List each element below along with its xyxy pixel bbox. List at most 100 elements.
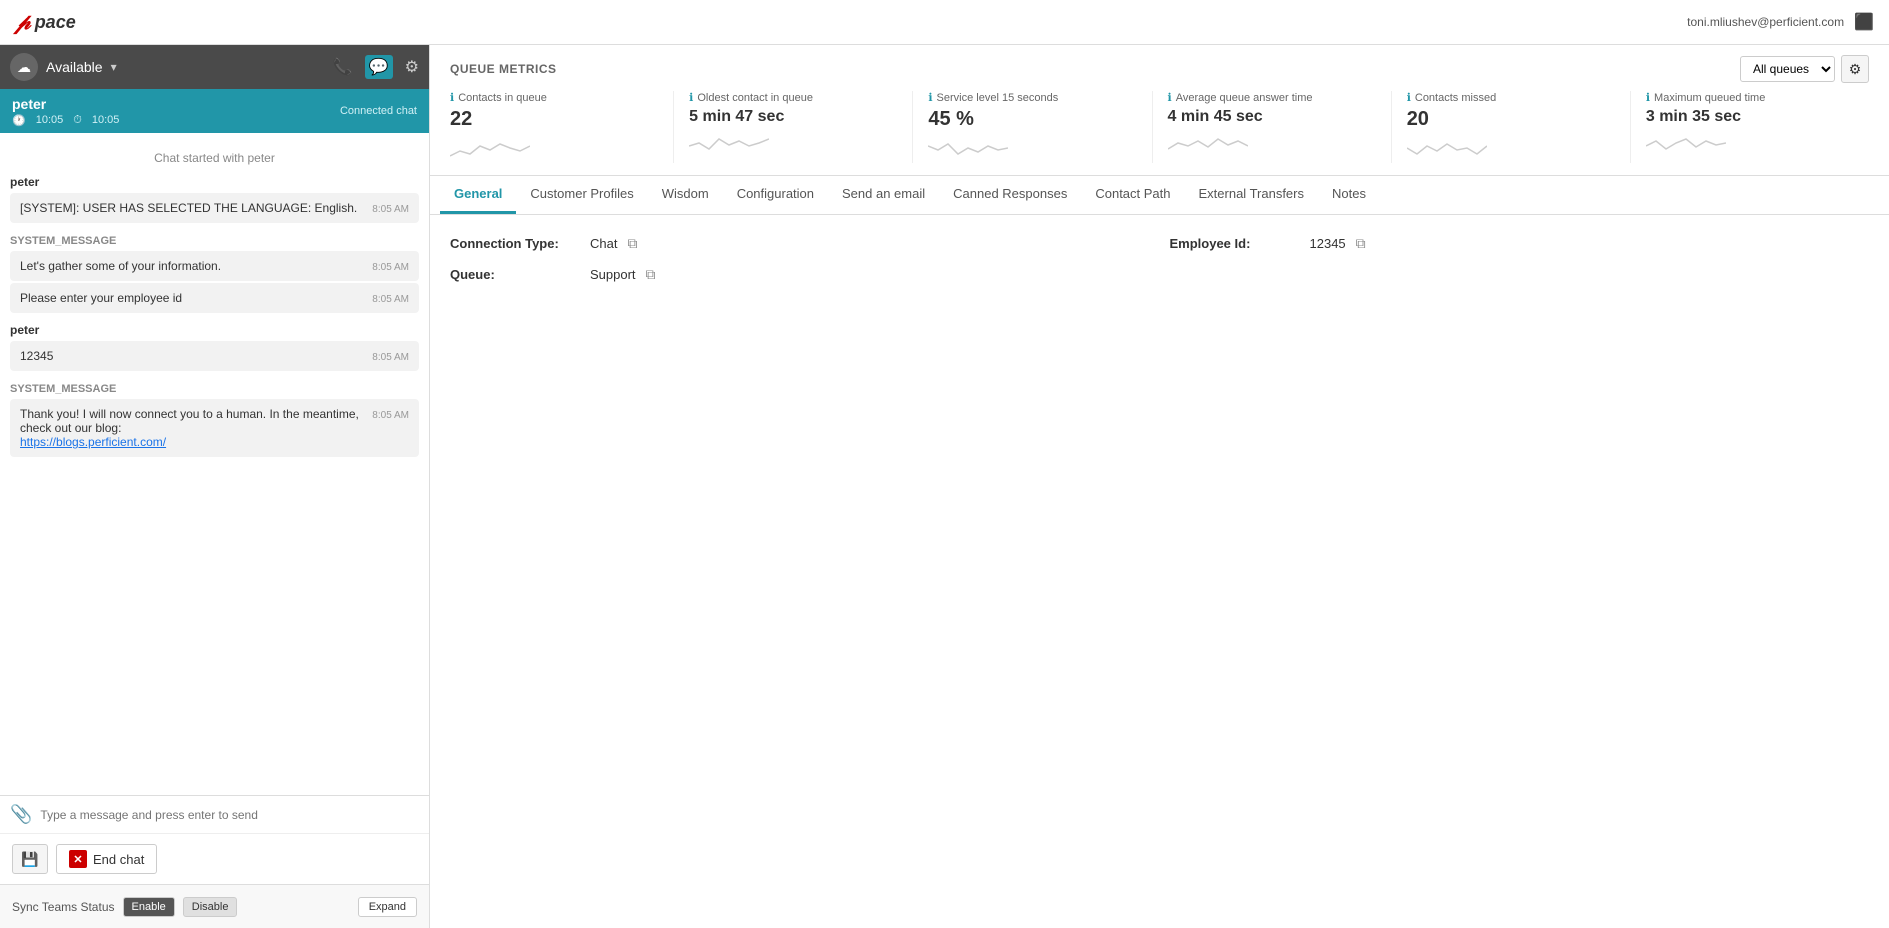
chat-icon[interactable]: 💬 [365, 55, 393, 79]
status-cloud-icon: ☁ [10, 53, 38, 81]
employee-id-value: 12345 [1310, 236, 1346, 251]
metric-chart-2 [689, 131, 769, 156]
status-bar: ☁ Available ▾ 📞 💬 ⚙ [0, 45, 429, 89]
left-panel: ☁ Available ▾ 📞 💬 ⚙ peter 🕐 10:05 ⏱ 10:0… [0, 45, 430, 928]
logout-icon[interactable]: ⬛ [1854, 12, 1874, 32]
info-grid: Connection Type: Chat ⧉ Employee Id: 123… [450, 235, 1869, 283]
metric-chart-5 [1407, 136, 1487, 161]
copy-employee-id-icon[interactable]: ⧉ [1356, 235, 1366, 252]
metric-chart-6 [1646, 131, 1726, 156]
metric-service-level: ℹ Service level 15 seconds 45 % [913, 91, 1152, 163]
metric-chart-4 [1168, 131, 1248, 156]
metric-info-icon-5: ℹ [1407, 91, 1411, 104]
chat-contact-name: peter [12, 96, 119, 112]
metric-avg-answer-time: ℹ Average queue answer time 4 min 45 sec [1153, 91, 1392, 163]
sender-peter-2: peter [10, 323, 419, 337]
metric-chart-1 [450, 136, 530, 161]
sync-label: Sync Teams Status [12, 900, 115, 914]
chat-started-label: Chat started with peter [10, 151, 419, 165]
system-text-1: Let's gather some of your information. [20, 259, 372, 273]
end-chat-x-icon: ✕ [69, 850, 87, 868]
system-time-3: 8:05 AM [372, 410, 409, 421]
message-text-2: 12345 [20, 349, 372, 363]
disable-button[interactable]: Disable [183, 897, 238, 917]
metrics-settings-button[interactable]: ⚙ [1841, 55, 1869, 83]
action-buttons: 💾 ✕ End chat [0, 833, 429, 884]
status-right: 📞 💬 ⚙ [333, 55, 419, 79]
tab-general[interactable]: General [440, 176, 516, 214]
chat-input[interactable] [40, 808, 419, 822]
metric-value-5: 20 [1407, 108, 1615, 131]
metric-label-2: Oldest contact in queue [697, 92, 813, 104]
metric-info-icon-2: ℹ [689, 91, 693, 104]
metric-contacts-in-queue: ℹ Contacts in queue 22 [450, 91, 674, 163]
system-label-2: SYSTEM_MESSAGE [10, 383, 419, 395]
metric-chart-3 [928, 136, 1008, 161]
right-panel: QUEUE METRICS All queues ⚙ ℹ Contacts in… [430, 45, 1889, 928]
tab-send-email[interactable]: Send an email [828, 176, 939, 214]
metric-info-icon-1: ℹ [450, 91, 454, 104]
connection-type-value: Chat [590, 236, 617, 251]
message-time-1: 8:05 AM [372, 204, 409, 215]
chat-tab[interactable]: peter 🕐 10:05 ⏱ 10:05 Connected chat [0, 89, 429, 133]
message-time-2: 8:05 AM [372, 352, 409, 363]
metric-info-icon-4: ℹ [1168, 91, 1172, 104]
end-chat-label: End chat [93, 852, 144, 867]
tab-external-transfers[interactable]: External Transfers [1185, 176, 1319, 214]
queue-value: Support [590, 267, 636, 282]
content-area: Connection Type: Chat ⧉ Employee Id: 123… [430, 215, 1889, 928]
system-message-3: Thank you! I will now connect you to a h… [10, 399, 419, 457]
message-text-1: [SYSTEM]: USER HAS SELECTED THE LANGUAGE… [20, 201, 372, 215]
metric-value-3: 45 % [928, 108, 1136, 131]
metric-info-icon-3: ℹ [928, 91, 932, 104]
metric-value-4: 4 min 45 sec [1168, 108, 1376, 126]
metric-label-4: Average queue answer time [1176, 92, 1313, 104]
chat-clock-icon: 🕐 [12, 114, 26, 127]
chat-timer-icon: ⏱ [73, 114, 82, 127]
connection-type-cell: Connection Type: Chat ⧉ [450, 235, 1150, 252]
main-layout: ☁ Available ▾ 📞 💬 ⚙ peter 🕐 10:05 ⏱ 10:0… [0, 45, 1889, 928]
copy-connection-type-icon[interactable]: ⧉ [627, 235, 637, 252]
metrics-grid: ℹ Contacts in queue 22 ℹ Oldest contact … [430, 83, 1889, 175]
chat-time-start: 10:05 [36, 114, 64, 127]
logo-icon: 𝓅 [15, 9, 31, 35]
system-message-2: Please enter your employee id 8:05 AM [10, 283, 419, 313]
status-label: Available [46, 59, 103, 75]
copy-queue-icon[interactable]: ⧉ [646, 266, 656, 283]
system-time-1: 8:05 AM [372, 262, 409, 273]
metric-label-1: Contacts in queue [458, 92, 547, 104]
expand-button[interactable]: Expand [358, 897, 417, 917]
message-1: [SYSTEM]: USER HAS SELECTED THE LANGUAGE… [10, 193, 419, 223]
tab-notes[interactable]: Notes [1318, 176, 1380, 214]
all-queues-select[interactable]: All queues [1740, 56, 1835, 82]
queue-cell: Queue: Support ⧉ [450, 266, 1150, 283]
chevron-down-icon[interactable]: ▾ [111, 60, 117, 74]
enable-button[interactable]: Enable [123, 897, 175, 917]
metric-label-3: Service level 15 seconds [937, 92, 1059, 104]
gear-icon[interactable]: ⚙ [405, 57, 419, 77]
system-label-1: SYSTEM_MESSAGE [10, 235, 419, 247]
blog-link[interactable]: https://blogs.perficient.com/ [20, 435, 166, 449]
status-left: ☁ Available ▾ [10, 53, 117, 81]
attach-icon[interactable]: 📎 [10, 804, 32, 825]
metric-max-queued-time: ℹ Maximum queued time 3 min 35 sec [1631, 91, 1869, 163]
metric-info-icon-6: ℹ [1646, 91, 1650, 104]
bottom-left: Sync Teams Status Enable Disable [12, 897, 237, 917]
system-text-3: Thank you! I will now connect you to a h… [20, 407, 372, 449]
tab-wisdom[interactable]: Wisdom [648, 176, 723, 214]
top-nav: 𝓅 pace toni.mliushev@perficient.com ⬛ [0, 0, 1889, 45]
metric-label-6: Maximum queued time [1654, 92, 1765, 104]
save-button[interactable]: 💾 [12, 844, 48, 874]
phone-icon[interactable]: 📞 [333, 57, 353, 77]
tab-configuration[interactable]: Configuration [723, 176, 828, 214]
chat-status: Connected chat [340, 105, 417, 117]
user-email: toni.mliushev@perficient.com [1687, 15, 1844, 29]
queue-metrics-title: QUEUE METRICS [450, 62, 557, 76]
tab-canned-responses[interactable]: Canned Responses [939, 176, 1081, 214]
tab-contact-path[interactable]: Contact Path [1081, 176, 1184, 214]
metric-oldest-contact: ℹ Oldest contact in queue 5 min 47 sec [674, 91, 913, 163]
tab-customer-profiles[interactable]: Customer Profiles [516, 176, 647, 214]
top-right: toni.mliushev@perficient.com ⬛ [1687, 12, 1874, 32]
bottom-bar: Sync Teams Status Enable Disable Expand [0, 884, 429, 928]
end-chat-button[interactable]: ✕ End chat [56, 844, 157, 874]
